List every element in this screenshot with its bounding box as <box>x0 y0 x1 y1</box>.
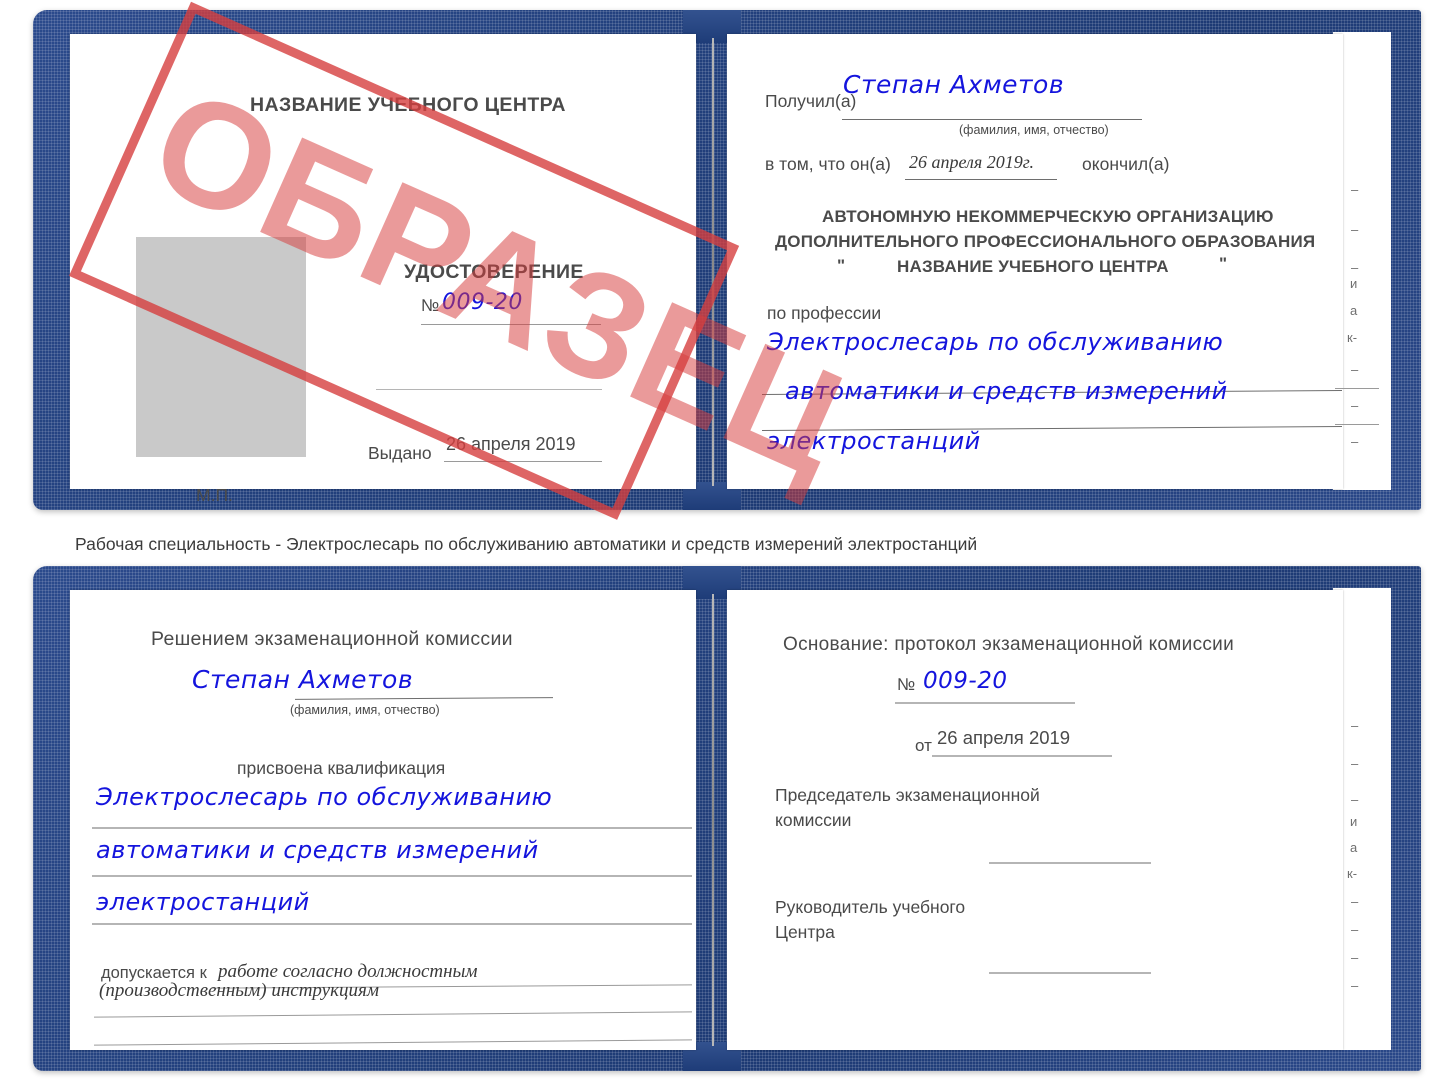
trim-mark-8: – <box>1351 434 1359 449</box>
decision-name-value: Степан Ахметов <box>192 665 414 694</box>
page-top-right: Получил(а) Степан Ахметов (фамилия, имя,… <box>727 34 1343 489</box>
profession-line1: Электрослесарь по обслуживанию <box>767 328 1224 356</box>
qualification-line3: электростанций <box>96 888 310 916</box>
trim-mark-1: – <box>1351 222 1359 237</box>
qualification-rule2 <box>92 875 692 877</box>
protocol-number-label: № <box>897 675 916 694</box>
trim-rule-1 <box>1335 388 1379 389</box>
admitted-line2: (производственным) инструкциям <box>99 980 379 1001</box>
profession-line2: автоматики и средств измерений <box>785 377 1228 405</box>
qualification-line2: автоматики и средств измерений <box>96 836 539 864</box>
number-label-top: № <box>421 296 440 315</box>
protocol-date-label: от <box>915 736 932 755</box>
received-rule <box>842 119 1142 120</box>
number-rule-top <box>421 324 601 325</box>
chairman-line2: комиссии <box>775 810 852 830</box>
page-bottom-left: Решением экзаменационной комиссии Степан… <box>70 590 696 1050</box>
admitted-rule3 <box>94 1039 692 1046</box>
trim-mark-2: – <box>1351 260 1359 275</box>
received-value: Степан Ахметов <box>843 70 1065 99</box>
trim-mark-4: а <box>1350 303 1358 318</box>
trim-mark-b6: – <box>1351 894 1359 909</box>
trim-mark-6: – <box>1351 362 1359 377</box>
admitted-rule2 <box>94 1011 692 1018</box>
trim-mark-b3: и <box>1350 814 1358 829</box>
qualification-label: присвоена квалификация <box>237 758 446 778</box>
issued-rule <box>444 461 602 462</box>
blank-rule-top <box>376 389 602 390</box>
qualification-rule1 <box>92 827 692 829</box>
in-that-label: в том, что он(а) <box>765 154 891 174</box>
head-line2: Центра <box>775 922 835 942</box>
protocol-number-value: 009-20 <box>923 668 1008 694</box>
in-that-value: 26 апреля 2019г. <box>909 152 1035 172</box>
trim-mark-b0: – <box>1351 718 1359 733</box>
trim-mark-5: к- <box>1347 330 1358 345</box>
protocol-date-rule <box>932 755 1112 757</box>
trim-mark-b5: к- <box>1347 866 1358 881</box>
org-line2-top-right: ДОПОЛНИТЕЛЬНОГО ПРОФЕССИОНАЛЬНОГО ОБРАЗО… <box>775 232 1316 251</box>
org-line3-top-right: НАЗВАНИЕ УЧЕБНОГО ЦЕНТРА <box>897 257 1169 276</box>
chairman-line1: Председатель экзаменационной <box>775 785 1040 805</box>
issued-value: 26 апреля 2019 <box>446 434 576 454</box>
decision-name-rule <box>294 697 554 700</box>
org-quote-close: " <box>1219 254 1228 273</box>
seal-label: М.П. <box>196 485 233 505</box>
qualification-line1: Электрослесарь по обслуживанию <box>96 783 553 811</box>
qualification-rule3 <box>92 923 692 925</box>
caption-text: Рабочая специальность - Электрослесарь п… <box>75 534 978 554</box>
page-top-left: НАЗВАНИЕ УЧЕБНОГО ЦЕНТРА УДОСТОВЕРЕНИЕ №… <box>70 34 696 505</box>
head-line1: Руководитель учебного <box>775 897 966 917</box>
certificate-bottom: Решением экзаменационной комиссии Степан… <box>33 566 1421 1071</box>
protocol-number-rule <box>895 702 1075 704</box>
trim-mark-b9: – <box>1351 978 1359 993</box>
trim-mark-0: – <box>1351 182 1359 197</box>
doc-type-label: УДОСТОВЕРЕНИЕ <box>404 261 584 283</box>
trim-rule-2 <box>1335 424 1379 425</box>
protocol-date-value: 26 апреля 2019 <box>937 727 1071 748</box>
head-signature-rule <box>989 972 1151 974</box>
basis-label: Основание: протокол экзаменационной коми… <box>783 634 1235 655</box>
trim-mark-3: и <box>1350 276 1358 291</box>
profession-label: по профессии <box>767 303 882 323</box>
org-quote-open: " <box>837 256 846 275</box>
in-that-rule <box>905 179 1057 180</box>
org-line1-top-right: АВТОНОМНУЮ НЕКОММЕРЧЕСКУЮ ОРГАНИЗАЦИЮ <box>822 207 1274 226</box>
spine-divider-top <box>712 38 714 486</box>
number-value-top: 009-20 <box>442 290 523 315</box>
spine-divider-bottom <box>712 594 714 1046</box>
name-hint-top: (фамилия, имя, отчество) <box>959 123 1109 137</box>
decision-title: Решением экзаменационной комиссии <box>151 628 513 650</box>
trim-mark-b1: – <box>1351 756 1359 771</box>
profession-line3: электростанций <box>767 427 981 455</box>
page-bottom-right: Основание: протокол экзаменационной коми… <box>727 590 1343 1050</box>
trim-mark-b7: – <box>1351 922 1359 937</box>
chairman-signature-rule <box>989 862 1151 864</box>
trim-mark-b2: – <box>1351 792 1359 807</box>
photo-placeholder <box>136 237 306 457</box>
trim-mark-b8: – <box>1351 950 1359 965</box>
finished-label: окончил(а) <box>1082 154 1170 174</box>
trim-mark-7: – <box>1351 398 1359 413</box>
trim-mark-b4: а <box>1350 840 1358 855</box>
certificate-top: НАЗВАНИЕ УЧЕБНОГО ЦЕНТРА УДОСТОВЕРЕНИЕ №… <box>33 10 1421 510</box>
issued-label: Выдано <box>368 443 432 463</box>
name-hint-bottom: (фамилия, имя, отчество) <box>290 703 440 717</box>
org-title-top-left: НАЗВАНИЕ УЧЕБНОГО ЦЕНТРА <box>250 94 566 116</box>
